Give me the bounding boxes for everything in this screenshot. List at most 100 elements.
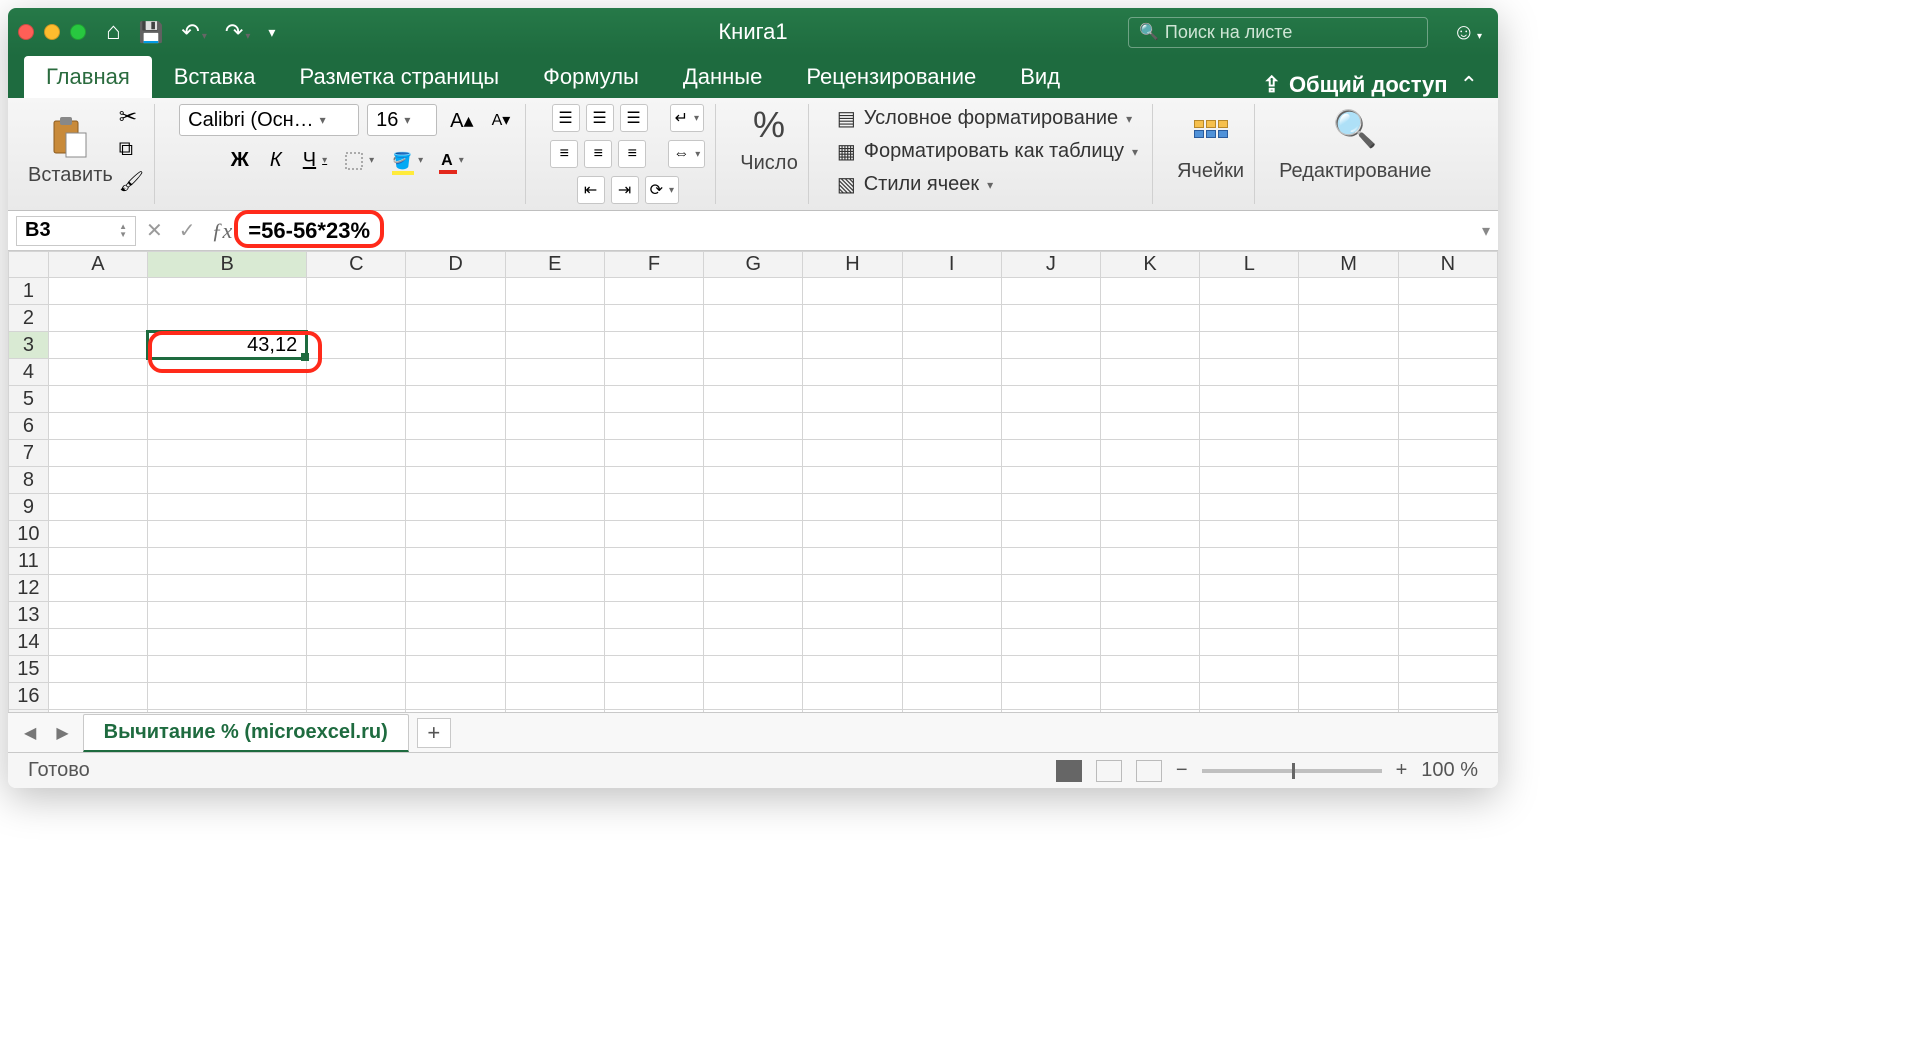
cell-D2[interactable] <box>406 305 505 332</box>
row-header-7[interactable]: 7 <box>9 440 49 467</box>
align-middle-icon[interactable]: ☰ <box>586 104 614 132</box>
cell-M17[interactable] <box>1299 710 1398 713</box>
col-header-L[interactable]: L <box>1200 252 1299 278</box>
cell-L17[interactable] <box>1200 710 1299 713</box>
search-box[interactable]: 🔍 <box>1128 17 1428 48</box>
cell-D7[interactable] <box>406 440 505 467</box>
cancel-formula-icon[interactable]: ✕ <box>146 218 163 244</box>
align-bottom-icon[interactable]: ☰ <box>620 104 648 132</box>
tab-view[interactable]: Вид <box>998 56 1082 98</box>
cell-L16[interactable] <box>1200 683 1299 710</box>
row-header-2[interactable]: 2 <box>9 305 49 332</box>
find-icon[interactable]: 🔍 <box>1330 104 1380 154</box>
cell-A15[interactable] <box>48 656 147 683</box>
cell-A2[interactable] <box>48 305 147 332</box>
cell-E9[interactable] <box>505 494 604 521</box>
cell-C13[interactable] <box>307 602 406 629</box>
row-header-8[interactable]: 8 <box>9 467 49 494</box>
cell-L6[interactable] <box>1200 413 1299 440</box>
cell-G12[interactable] <box>704 575 803 602</box>
cell-I15[interactable] <box>902 656 1001 683</box>
increase-indent-icon[interactable]: ⇥ <box>611 176 639 204</box>
row-header-11[interactable]: 11 <box>9 548 49 575</box>
cell-I17[interactable] <box>902 710 1001 713</box>
cell-J15[interactable] <box>1001 656 1100 683</box>
col-header-C[interactable]: C <box>307 252 406 278</box>
cell-L1[interactable] <box>1200 278 1299 305</box>
font-size-select[interactable]: 16▾ <box>367 104 437 136</box>
fx-icon[interactable]: ƒx <box>212 218 233 244</box>
cell-N9[interactable] <box>1398 494 1497 521</box>
cell-N13[interactable] <box>1398 602 1497 629</box>
cell-I10[interactable] <box>902 521 1001 548</box>
cell-G16[interactable] <box>704 683 803 710</box>
cell-H8[interactable] <box>803 467 902 494</box>
cell-N17[interactable] <box>1398 710 1497 713</box>
cell-M10[interactable] <box>1299 521 1398 548</box>
cell-E5[interactable] <box>505 386 604 413</box>
cell-E1[interactable] <box>505 278 604 305</box>
cell-K17[interactable] <box>1100 710 1199 713</box>
zoom-out-icon[interactable]: − <box>1176 759 1188 782</box>
add-sheet-button[interactable]: + <box>417 718 451 748</box>
align-center-icon[interactable]: ≡ <box>584 140 612 168</box>
cell-F6[interactable] <box>604 413 703 440</box>
cell-H16[interactable] <box>803 683 902 710</box>
tab-formulas[interactable]: Формулы <box>521 56 661 98</box>
orientation-icon[interactable]: ⟳ <box>645 176 679 204</box>
cell-H17[interactable] <box>803 710 902 713</box>
row-header-3[interactable]: 3 <box>9 332 49 359</box>
cell-D5[interactable] <box>406 386 505 413</box>
cell-F13[interactable] <box>604 602 703 629</box>
cell-M8[interactable] <box>1299 467 1398 494</box>
cell-F10[interactable] <box>604 521 703 548</box>
cell-F4[interactable] <box>604 359 703 386</box>
cell-C16[interactable] <box>307 683 406 710</box>
cell-C11[interactable] <box>307 548 406 575</box>
underline-button[interactable]: Ч <box>298 146 332 175</box>
cut-icon[interactable]: ✂ <box>119 104 144 130</box>
cell-J17[interactable] <box>1001 710 1100 713</box>
cell-J1[interactable] <box>1001 278 1100 305</box>
cell-E17[interactable] <box>505 710 604 713</box>
row-header-14[interactable]: 14 <box>9 629 49 656</box>
col-header-B[interactable]: B <box>148 252 307 278</box>
wrap-text-icon[interactable]: ↵ <box>670 104 704 132</box>
col-header-H[interactable]: H <box>803 252 902 278</box>
row-header-12[interactable]: 12 <box>9 575 49 602</box>
cell-G9[interactable] <box>704 494 803 521</box>
cell-E7[interactable] <box>505 440 604 467</box>
cell-E10[interactable] <box>505 521 604 548</box>
cell-B8[interactable] <box>148 467 307 494</box>
cell-A8[interactable] <box>48 467 147 494</box>
cell-J9[interactable] <box>1001 494 1100 521</box>
cell-C17[interactable] <box>307 710 406 713</box>
cell-I13[interactable] <box>902 602 1001 629</box>
cell-K16[interactable] <box>1100 683 1199 710</box>
cell-K5[interactable] <box>1100 386 1199 413</box>
cell-I12[interactable] <box>902 575 1001 602</box>
cell-J2[interactable] <box>1001 305 1100 332</box>
cell-N16[interactable] <box>1398 683 1497 710</box>
cell-J12[interactable] <box>1001 575 1100 602</box>
cell-G7[interactable] <box>704 440 803 467</box>
cell-F16[interactable] <box>604 683 703 710</box>
cell-M2[interactable] <box>1299 305 1398 332</box>
row-header-5[interactable]: 5 <box>9 386 49 413</box>
cell-E11[interactable] <box>505 548 604 575</box>
zoom-slider[interactable] <box>1202 769 1382 773</box>
cell-F11[interactable] <box>604 548 703 575</box>
cell-M7[interactable] <box>1299 440 1398 467</box>
cell-K1[interactable] <box>1100 278 1199 305</box>
cell-C5[interactable] <box>307 386 406 413</box>
cell-L7[interactable] <box>1200 440 1299 467</box>
cell-D15[interactable] <box>406 656 505 683</box>
cell-F12[interactable] <box>604 575 703 602</box>
cell-A9[interactable] <box>48 494 147 521</box>
cell-E2[interactable] <box>505 305 604 332</box>
cell-H10[interactable] <box>803 521 902 548</box>
cell-E4[interactable] <box>505 359 604 386</box>
increase-font-icon[interactable]: A▴ <box>445 105 478 136</box>
cell-E14[interactable] <box>505 629 604 656</box>
cell-F1[interactable] <box>604 278 703 305</box>
